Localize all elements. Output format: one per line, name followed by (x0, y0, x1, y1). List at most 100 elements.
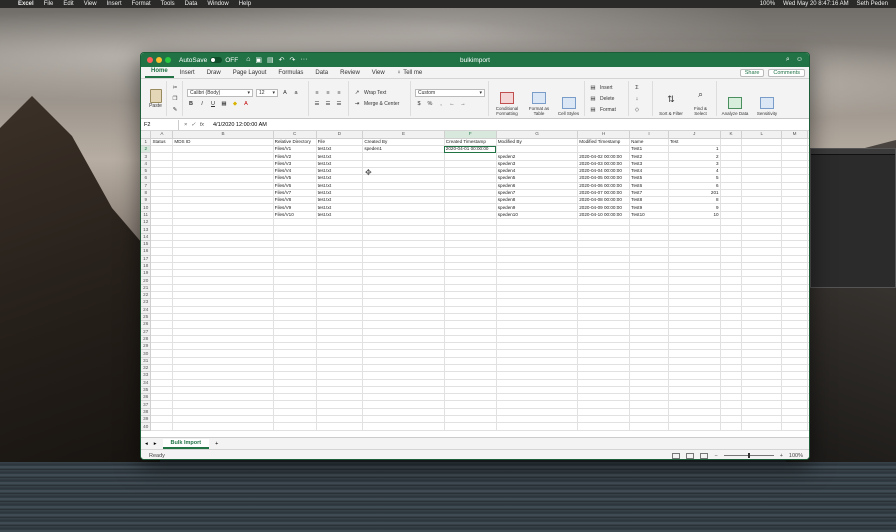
cell-e2[interactable]: speden1 (362, 145, 445, 154)
cell-m18[interactable] (781, 262, 808, 271)
cell-b25[interactable] (172, 313, 274, 322)
cell-b17[interactable] (172, 255, 274, 263)
cell-i29[interactable] (629, 342, 669, 351)
cell-d10[interactable]: test.txt (316, 203, 364, 212)
cell-l29[interactable] (741, 342, 783, 351)
cell-h18[interactable] (577, 262, 631, 271)
cell-a36[interactable] (150, 393, 174, 402)
cell-h11[interactable]: 2020-04-10 00:00:00 (577, 211, 631, 220)
cell-c38[interactable] (273, 408, 317, 417)
cell-k36[interactable] (720, 393, 743, 402)
cell-e32[interactable] (362, 364, 445, 373)
cell-g6[interactable]: speden5 (496, 174, 579, 183)
cell-d6[interactable]: test.txt (316, 174, 364, 183)
cell-g26[interactable] (496, 320, 579, 329)
row-header[interactable]: 9 (141, 196, 152, 205)
cell-g34[interactable] (496, 379, 579, 387)
cell-a5[interactable] (150, 167, 174, 176)
paste-button[interactable]: Paste (145, 81, 167, 116)
cell-k13[interactable] (720, 225, 743, 234)
cell-j7[interactable]: 6 (668, 182, 721, 190)
cell-c16[interactable] (273, 247, 317, 256)
menubar-help[interactable]: Help (239, 1, 251, 7)
cell-a38[interactable] (150, 408, 174, 417)
cell-i25[interactable] (629, 313, 669, 322)
cell-j23[interactable] (668, 298, 721, 307)
menubar-edit[interactable]: Edit (63, 1, 73, 7)
cell-l6[interactable] (741, 174, 783, 183)
cell-c3[interactable]: Files/V2 (273, 152, 317, 161)
cell-c40[interactable] (273, 422, 317, 431)
cell-c8[interactable]: Files/V7 (273, 189, 317, 198)
cell-a22[interactable] (150, 291, 174, 300)
cell-b10[interactable] (172, 203, 274, 212)
cell-a30[interactable] (150, 349, 174, 358)
cell-d8[interactable]: test.txt (316, 189, 364, 198)
search-icon[interactable]: ⌕ (786, 56, 790, 64)
cell-j19[interactable] (668, 269, 721, 278)
cell-j20[interactable] (668, 276, 721, 285)
cell-e31[interactable] (362, 357, 445, 366)
cell-a18[interactable] (150, 262, 174, 271)
row-header[interactable]: 38 (141, 408, 152, 417)
cell-m3[interactable] (781, 152, 808, 161)
cell-l32[interactable] (741, 364, 783, 373)
cell-d29[interactable] (316, 342, 364, 351)
cell-d20[interactable] (316, 276, 364, 285)
add-sheet-button[interactable]: + (215, 441, 218, 447)
cell-m20[interactable] (781, 276, 808, 285)
indent-icon[interactable]: ⇥ (353, 100, 361, 108)
analyze-data-button[interactable]: Analyze Data (721, 81, 749, 116)
cell-h36[interactable] (577, 393, 631, 402)
cell-l21[interactable] (741, 284, 783, 293)
fill-color-icon[interactable]: ◆ (231, 100, 239, 108)
cell-k31[interactable] (720, 357, 743, 366)
cell-k1[interactable] (720, 138, 743, 147)
cell-m26[interactable] (781, 320, 808, 329)
cell-k5[interactable] (720, 167, 743, 176)
cell-j36[interactable] (668, 393, 721, 402)
cell-g11[interactable]: speden10 (496, 211, 579, 220)
cell-m31[interactable] (781, 357, 808, 366)
cell-b15[interactable] (172, 240, 274, 249)
cell-l13[interactable] (741, 225, 783, 234)
tab-view[interactable]: View (366, 70, 391, 78)
cell-b12[interactable] (172, 218, 274, 227)
cell-i11[interactable]: Test10 (629, 211, 669, 220)
cell-g18[interactable] (496, 262, 579, 271)
cell-l9[interactable] (741, 196, 783, 205)
cell-a33[interactable] (150, 371, 174, 380)
cell-g39[interactable] (496, 415, 579, 424)
cell-c30[interactable] (273, 349, 317, 358)
align-top-icon[interactable]: ≡ (313, 89, 321, 97)
cell-l4[interactable] (741, 160, 783, 169)
cell-i20[interactable] (629, 276, 669, 285)
cell-g13[interactable] (496, 225, 579, 234)
cell-h9[interactable]: 2020-04-08 00:00:00 (577, 196, 631, 205)
cell-j18[interactable] (668, 262, 721, 271)
cell-g12[interactable] (496, 218, 579, 227)
cell-m40[interactable] (781, 422, 808, 431)
menubar-tools[interactable]: Tools (161, 1, 175, 7)
cell-d38[interactable] (316, 408, 364, 417)
number-format-select[interactable]: Custom ▾ (415, 89, 485, 97)
cell-b8[interactable] (172, 189, 274, 198)
cell-l5[interactable] (741, 167, 783, 176)
cell-k32[interactable] (720, 364, 743, 373)
cell-g31[interactable] (496, 357, 579, 366)
zoom-out-icon[interactable]: − (714, 453, 717, 459)
cell-i33[interactable] (629, 371, 669, 380)
cell-h22[interactable] (577, 291, 631, 300)
cell-f25[interactable] (444, 313, 497, 322)
cell-h8[interactable]: 2020-04-07 00:00:00 (577, 189, 631, 198)
cell-a17[interactable] (150, 255, 174, 263)
column-header-a[interactable]: A (150, 131, 174, 139)
cell-g5[interactable]: speden4 (496, 167, 579, 176)
cell-b29[interactable] (172, 342, 274, 351)
cell-b4[interactable] (172, 160, 274, 169)
cell-k2[interactable] (720, 145, 743, 154)
cell-a1[interactable]: Status (150, 138, 174, 147)
menubar-app-name[interactable]: Excel (18, 1, 34, 7)
cell-j37[interactable] (668, 400, 721, 409)
cell-m17[interactable] (781, 255, 808, 263)
